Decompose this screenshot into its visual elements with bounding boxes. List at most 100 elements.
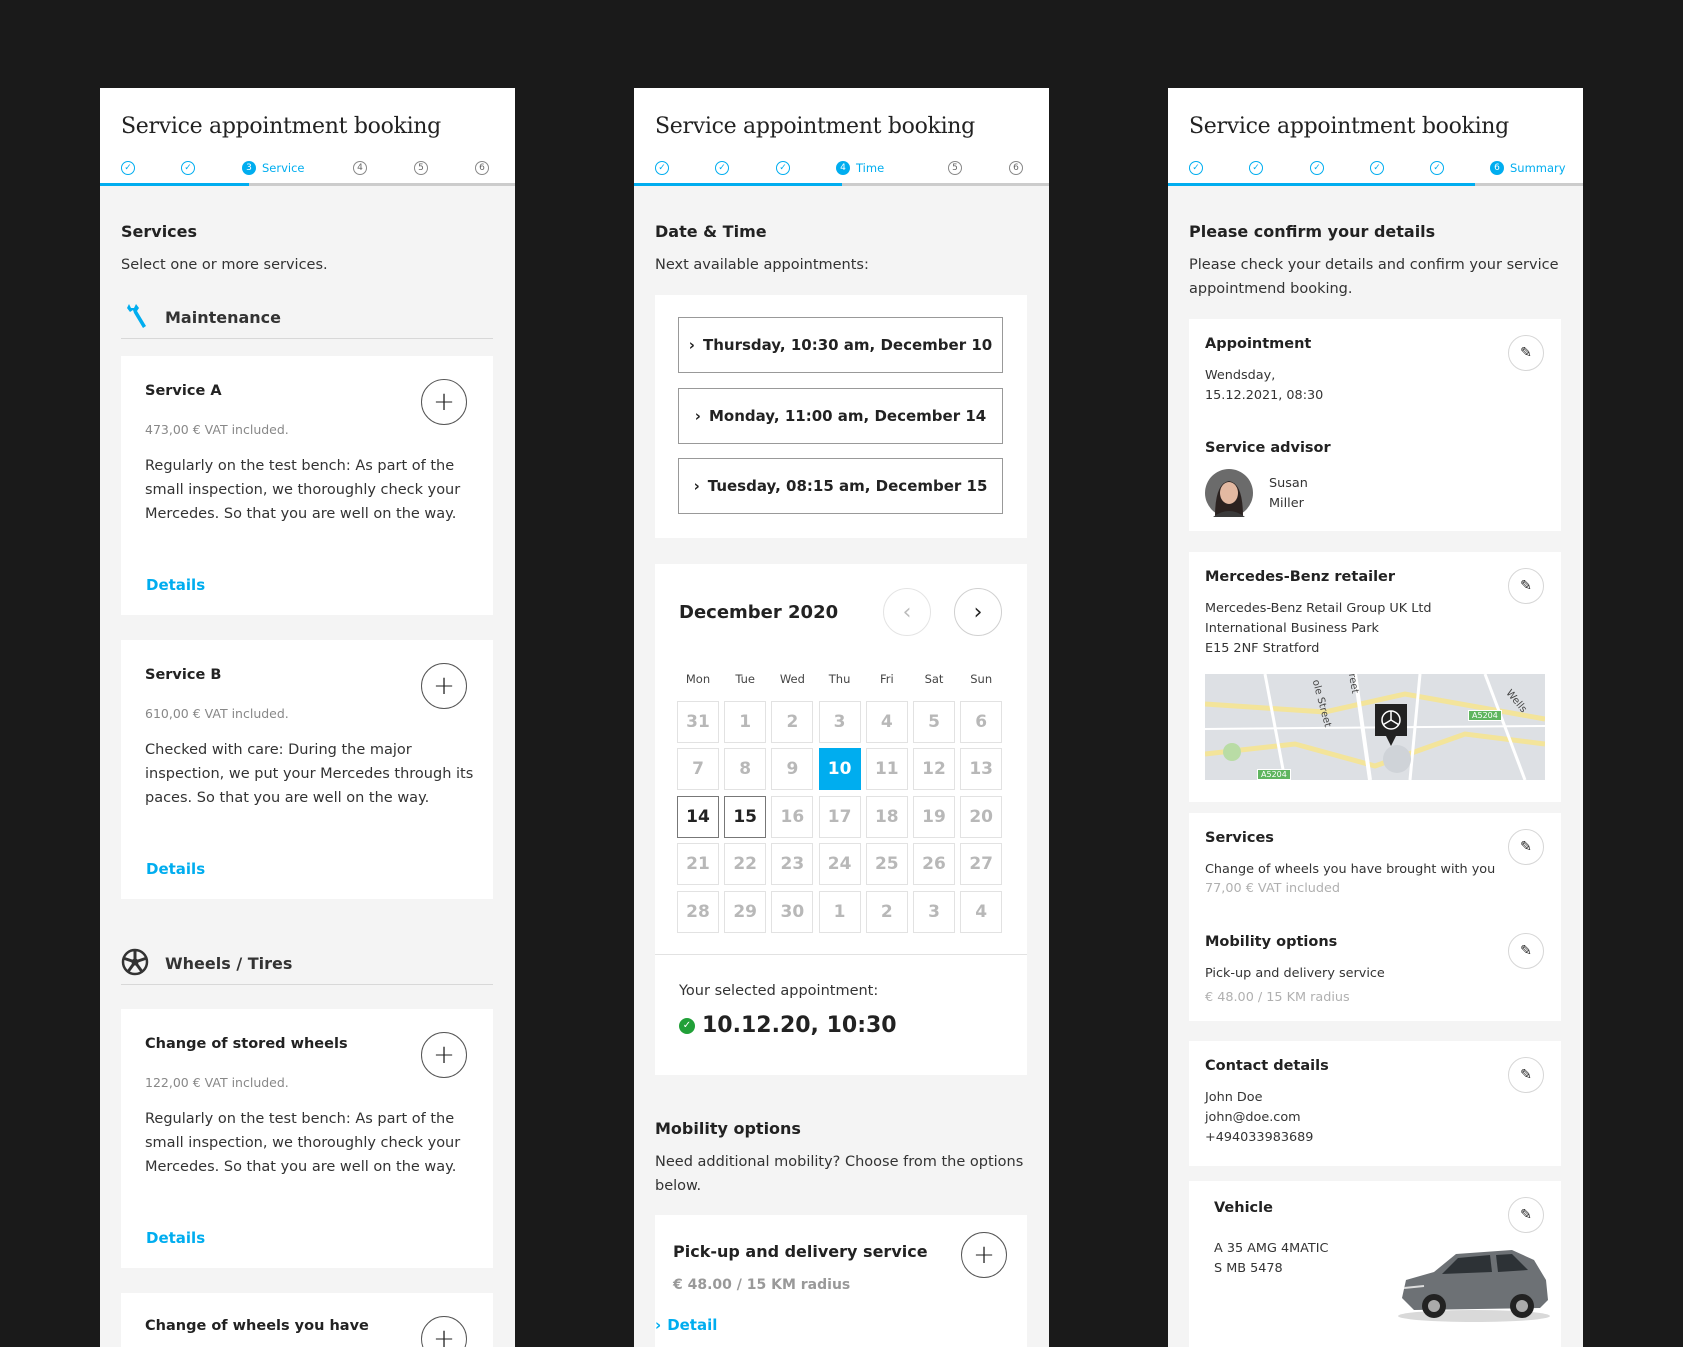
step-1[interactable]: ✓ <box>1189 161 1203 175</box>
calendar-day: 12 <box>913 748 955 791</box>
step-5[interactable]: 5 <box>948 161 962 175</box>
next-appointments-card: › Thursday, 10:30 am, December 10 › Monday… <box>655 295 1027 538</box>
step-2[interactable]: ✓ <box>1249 161 1263 175</box>
step-2[interactable]: ✓ <box>715 161 729 175</box>
check-circle-icon: ✓ <box>679 1017 695 1034</box>
service-price: 610,00 € VAT included. <box>145 706 289 721</box>
category-maintenance: Maintenance <box>121 302 493 339</box>
service-title: Service A <box>145 383 222 399</box>
vehicle-car-image <box>1398 1250 1550 1322</box>
add-service-button[interactable]: + <box>421 379 467 425</box>
chevron-right-icon: › <box>693 477 700 495</box>
detail-link[interactable]: › Detail <box>655 1316 717 1334</box>
step-4[interactable]: 4 <box>353 161 367 175</box>
panel-header: Service appointment booking ✓ ✓ ✓ ✓ ✓ 6S… <box>1168 88 1583 186</box>
contact-label: Contact details <box>1205 1058 1329 1074</box>
selected-appointment-card: Your selected appointment: ✓ 10.12.20, 1… <box>655 954 1027 1075</box>
plus-icon: + <box>433 1040 455 1070</box>
step-5[interactable]: 5 <box>414 161 428 175</box>
service-card: Change of stored wheels + 122,00 € VAT i… <box>121 1009 493 1268</box>
appointment-slot[interactable]: › Thursday, 10:30 am, December 10 <box>678 317 1003 373</box>
step-6[interactable]: 6 Summary <box>1490 161 1566 175</box>
category-label: Wheels / Tires <box>165 954 293 973</box>
calendar-grid: 31 1 2 3 4 5 6 7 8 9 10 11 12 13 14 15 16 17 18 19 20 21 22 23 2… <box>677 701 1007 933</box>
pencil-icon: ✎ <box>1520 839 1532 855</box>
edit-contact-button[interactable]: ✎ <box>1508 1057 1544 1093</box>
calendar-day[interactable]: 14 <box>677 795 719 838</box>
details-link[interactable]: Details <box>146 860 205 878</box>
step-6[interactable]: 6 <box>475 161 489 175</box>
calendar-day: 2 <box>865 890 908 933</box>
contact-card: Contact details ✎ John Doe john@doe.com … <box>1189 1041 1561 1166</box>
mobility-price: € 48.00 / 15 KM radius <box>673 1277 851 1293</box>
add-service-button[interactable]: + <box>421 1032 467 1078</box>
service-description: Regularly on the test bench: As part of … <box>145 1111 461 1175</box>
calendar-day: 29 <box>724 890 767 933</box>
appointment-slot[interactable]: › Monday, 11:00 am, December 14 <box>678 388 1003 444</box>
calendar-day-selected[interactable]: 10 <box>818 748 861 791</box>
step-label: Summary <box>1510 161 1566 175</box>
mobility-name: Pick-up and delivery service <box>1205 966 1385 981</box>
section-subheading: Next available appointments: <box>655 257 869 273</box>
check-icon: ✓ <box>1430 161 1444 175</box>
edit-appointment-button[interactable]: ✎ <box>1508 335 1544 371</box>
retailer-label: Mercedes-Benz retailer <box>1205 569 1396 585</box>
step-1[interactable]: ✓ <box>655 161 669 175</box>
summary-step-panel: Service appointment booking ✓ ✓ ✓ ✓ ✓ 6S… <box>1168 88 1583 1347</box>
advisor-label: Service advisor <box>1205 440 1331 456</box>
service-price: 77,00 € VAT included <box>1205 881 1340 896</box>
road-sign: A5204 <box>1468 710 1502 721</box>
appointment-day: Wendsday, <box>1205 368 1276 383</box>
edit-services-button[interactable]: ✎ <box>1508 829 1544 865</box>
step-2[interactable]: ✓ <box>181 161 195 175</box>
retailer-map[interactable]: A5204 A5204 Wells ole Street reet <box>1205 674 1545 780</box>
weekday-label: Sat <box>924 672 944 686</box>
step-5[interactable]: ✓ <box>1430 161 1444 175</box>
chevron-right-icon: › <box>655 1316 662 1334</box>
edit-vehicle-button[interactable]: ✎ <box>1508 1197 1544 1233</box>
add-service-button[interactable]: + <box>421 1316 467 1347</box>
step-3[interactable]: ✓ <box>1310 161 1324 175</box>
check-icon: ✓ <box>1189 161 1203 175</box>
edit-retailer-button[interactable]: ✎ <box>1508 568 1544 604</box>
prev-month-button[interactable]: ‹ <box>883 588 931 636</box>
step-number: 4 <box>353 161 367 175</box>
mobility-price: € 48.00 / 15 KM radius <box>1205 990 1350 1005</box>
calendar-day: 16 <box>771 795 814 838</box>
mobility-label: Mobility options <box>1205 934 1338 950</box>
progress-fill <box>1168 183 1476 186</box>
calendar-day: 4 <box>865 701 908 743</box>
details-link[interactable]: Details <box>146 576 205 594</box>
calendar-day: 23 <box>771 843 814 886</box>
appointment-label: Appointment <box>1205 336 1312 352</box>
calendar-day[interactable]: 15 <box>724 795 767 838</box>
panel-header: Service appointment booking ✓ ✓ ✓ 4 Time … <box>634 88 1049 186</box>
road-sign: A5204 <box>1257 769 1291 780</box>
appointment-slot[interactable]: › Tuesday, 08:15 am, December 15 <box>678 458 1003 514</box>
calendar-day: 6 <box>960 701 1003 743</box>
step-4[interactable]: 4 Time <box>836 161 884 175</box>
step-3[interactable]: ✓ <box>776 161 790 175</box>
step-3[interactable]: 3 Service <box>242 161 305 175</box>
chevron-right-icon: › <box>694 407 701 425</box>
mobility-subheading: Need additional mobility? Choose from th… <box>655 1154 1024 1194</box>
step-1[interactable]: ✓ <box>121 161 135 175</box>
plus-icon: + <box>433 671 455 701</box>
edit-mobility-button[interactable]: ✎ <box>1508 933 1544 969</box>
calendar-day: 25 <box>865 843 908 886</box>
add-mobility-button[interactable]: + <box>961 1232 1007 1278</box>
next-month-button[interactable]: › <box>954 588 1002 636</box>
step-4[interactable]: ✓ <box>1370 161 1384 175</box>
wrench-icon <box>127 304 146 328</box>
add-service-button[interactable]: + <box>421 663 467 709</box>
progress-bar <box>100 183 515 186</box>
progress-fill <box>100 183 250 186</box>
contact-email: john@doe.com <box>1205 1110 1301 1125</box>
details-link[interactable]: Details <box>146 1229 205 1247</box>
step-6[interactable]: 6 <box>1009 161 1023 175</box>
vehicle-card: Vehicle ✎ A 35 AMG 4MATIC S MB 5478 <box>1189 1181 1561 1347</box>
slot-label: Tuesday, 08:15 am, December 15 <box>707 477 988 495</box>
chevron-left-icon: ‹ <box>902 599 912 625</box>
section-heading: Please confirm your details <box>1189 222 1436 241</box>
calendar-day: 27 <box>960 843 1003 886</box>
